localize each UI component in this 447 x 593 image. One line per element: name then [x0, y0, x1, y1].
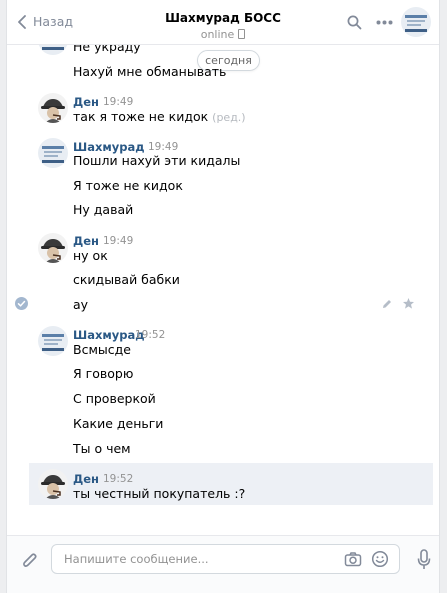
mobile-icon [238, 29, 246, 39]
boss-avatar-image [38, 138, 68, 168]
message-history[interactable]: Не украду сегодня Нахуй мне обманывать Д… [7, 45, 439, 536]
message-text: Ты о чем [73, 441, 131, 456]
author-name[interactable]: Шахмурад [73, 328, 145, 342]
message-input[interactable] [62, 551, 336, 567]
author-name[interactable]: Ден [73, 472, 99, 486]
message-text: Не украду [73, 45, 141, 54]
message-text: Ну давай [73, 202, 134, 217]
boss-avatar-image [401, 7, 431, 37]
check-icon [17, 300, 26, 307]
message-text: ау [73, 297, 89, 312]
star-icon[interactable] [402, 297, 415, 310]
avatar[interactable] [38, 469, 68, 499]
message-time[interactable]: 19:49 [103, 96, 133, 108]
microphone-icon[interactable] [417, 549, 431, 571]
detective-avatar-image [38, 93, 68, 123]
message-text: Нахуй мне обманывать [73, 64, 227, 79]
message-time[interactable]: 19:49 [148, 141, 178, 153]
avatar[interactable] [38, 45, 68, 55]
boss-avatar-image [38, 326, 68, 356]
detective-avatar-image [38, 469, 68, 499]
header-avatar[interactable] [401, 7, 431, 37]
more-icon[interactable] [376, 20, 393, 25]
avatar[interactable] [38, 233, 68, 263]
message-text: ну ок [73, 248, 108, 263]
message-text: Я тоже не кидок [73, 178, 183, 193]
message-text: так я тоже не кидок (ред.) [73, 109, 246, 124]
boss-avatar-image [38, 45, 68, 55]
message-text: Пошли нахуй эти кидалы [73, 153, 241, 168]
message-time[interactable]: 19:52 [135, 329, 165, 341]
message-text: ты честный покупатель :? [73, 486, 246, 501]
avatar[interactable] [38, 326, 68, 356]
edit-icon[interactable] [381, 298, 393, 310]
author-name[interactable]: Шахмурад [73, 140, 145, 154]
paperclip-icon[interactable] [21, 551, 39, 571]
camera-icon[interactable] [344, 551, 362, 567]
message-input-box[interactable] [51, 544, 400, 574]
emoji-icon[interactable] [371, 550, 389, 568]
edited-mark: (ред.) [212, 111, 246, 124]
avatar[interactable] [38, 138, 68, 168]
message-text: Какие деньги [73, 416, 164, 431]
online-status: online [7, 28, 439, 41]
message-time[interactable]: 19:52 [103, 473, 133, 485]
chat-title[interactable]: Шахмурад БОСС [7, 11, 439, 25]
avatar[interactable] [38, 93, 68, 123]
author-name[interactable]: Ден [73, 95, 99, 109]
chat-window: Назад Шахмурад БОСС online Не украду сег… [6, 0, 440, 593]
message-text: Всмысде [73, 342, 131, 357]
detective-avatar-image [38, 233, 68, 263]
author-name[interactable]: Ден [73, 234, 99, 248]
message-text: скидывай бабки [73, 272, 180, 287]
chat-header: Назад Шахмурад БОСС online [7, 0, 439, 45]
select-checkmark[interactable] [15, 297, 28, 310]
message-text: Я говорю [73, 366, 134, 381]
message-time[interactable]: 19:49 [103, 235, 133, 247]
message-composer [7, 535, 439, 593]
search-icon[interactable] [347, 15, 362, 30]
message-text: С проверкой [73, 391, 156, 406]
